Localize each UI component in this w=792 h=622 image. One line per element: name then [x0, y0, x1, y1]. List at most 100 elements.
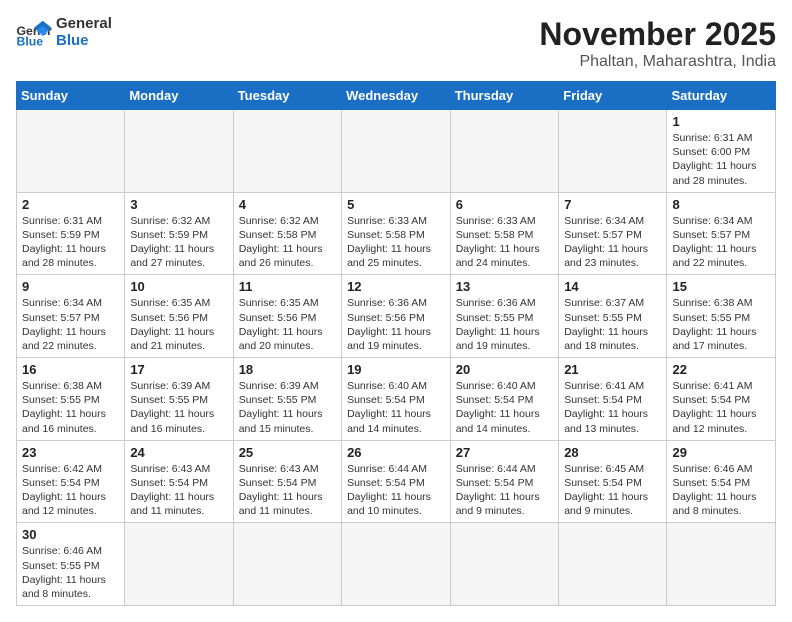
header-thursday: Thursday [450, 82, 558, 110]
calendar-week-row: 1Sunrise: 6:31 AMSunset: 6:00 PMDaylight… [17, 110, 776, 193]
month-title: November 2025 [539, 16, 776, 53]
header-sunday: Sunday [17, 82, 125, 110]
day-info: Sunrise: 6:40 AMSunset: 5:54 PMDaylight:… [347, 379, 445, 436]
day-number: 27 [456, 445, 553, 460]
table-row: 12Sunrise: 6:36 AMSunset: 5:56 PMDayligh… [342, 275, 451, 358]
day-info: Sunrise: 6:38 AMSunset: 5:55 PMDaylight:… [22, 379, 119, 436]
day-number: 18 [239, 362, 336, 377]
day-info: Sunrise: 6:35 AMSunset: 5:56 PMDaylight:… [239, 296, 336, 353]
table-row: 25 Sunrise: 6:43 AMSunset: 5:54 PMDayligh… [233, 440, 341, 523]
day-number: 6 [456, 197, 553, 212]
table-row: 9Sunrise: 6:34 AMSunset: 5:57 PMDaylight… [17, 275, 125, 358]
empty-cell [450, 110, 558, 193]
day-info: Sunrise: 6:37 AMSunset: 5:55 PMDaylight:… [564, 296, 661, 353]
header-saturday: Saturday [667, 82, 776, 110]
table-row: 17 Sunrise: 6:39 AMSunset: 5:55 PMDayligh… [125, 358, 233, 441]
table-row: 19 Sunrise: 6:40 AMSunset: 5:54 PMDayligh… [342, 358, 451, 441]
header-tuesday: Tuesday [233, 82, 341, 110]
calendar-week-row: 23 Sunrise: 6:42 AMSunset: 5:54 PMDayligh… [17, 440, 776, 523]
empty-cell [233, 523, 341, 606]
table-row: 26Sunrise: 6:44 AMSunset: 5:54 PMDayligh… [342, 440, 451, 523]
day-number: 10 [130, 279, 227, 294]
day-info: Sunrise: 6:31 AMSunset: 5:59 PMDaylight:… [22, 214, 119, 271]
day-info: Sunrise: 6:46 AMSunset: 5:55 PMDaylight:… [22, 544, 119, 601]
table-row: 6Sunrise: 6:33 AMSunset: 5:58 PMDaylight… [450, 192, 558, 275]
day-info: Sunrise: 6:32 AMSunset: 5:58 PMDaylight:… [239, 214, 336, 271]
day-info: Sunrise: 6:34 AMSunset: 5:57 PMDaylight:… [672, 214, 770, 271]
empty-cell [450, 523, 558, 606]
day-number: 1 [672, 114, 770, 129]
day-number: 23 [22, 445, 119, 460]
header-friday: Friday [559, 82, 667, 110]
day-number: 7 [564, 197, 661, 212]
day-info: Sunrise: 6:39 AMSunset: 5:55 PMDaylight:… [130, 379, 227, 436]
day-info: Sunrise: 6:38 AMSunset: 5:55 PMDaylight:… [672, 296, 770, 353]
day-number: 25 [239, 445, 336, 460]
day-number: 15 [672, 279, 770, 294]
day-info: Sunrise: 6:40 AMSunset: 5:54 PMDaylight:… [456, 379, 553, 436]
empty-cell [125, 523, 233, 606]
table-row: 20 Sunrise: 6:40 AMSunset: 5:54 PMDayligh… [450, 358, 558, 441]
day-info: Sunrise: 6:32 AMSunset: 5:59 PMDaylight:… [130, 214, 227, 271]
empty-cell [667, 523, 776, 606]
svg-text:Blue: Blue [17, 34, 44, 47]
day-number: 4 [239, 197, 336, 212]
day-info: Sunrise: 6:35 AMSunset: 5:56 PMDaylight:… [130, 296, 227, 353]
table-row: 29Sunrise: 6:46 AMSunset: 5:54 PMDayligh… [667, 440, 776, 523]
table-row: 16 Sunrise: 6:38 AMSunset: 5:55 PMDayligh… [17, 358, 125, 441]
day-number: 24 [130, 445, 227, 460]
empty-cell [559, 110, 667, 193]
header-monday: Monday [125, 82, 233, 110]
day-number: 21 [564, 362, 661, 377]
day-number: 12 [347, 279, 445, 294]
day-number: 13 [456, 279, 553, 294]
logo-general: General [56, 16, 112, 33]
page-header: General Blue General Blue November 2025 … [16, 16, 776, 71]
location-subtitle: Phaltan, Maharashtra, India [539, 53, 776, 71]
day-info: Sunrise: 6:41 AMSunset: 5:54 PMDaylight:… [672, 379, 770, 436]
day-info: Sunrise: 6:33 AMSunset: 5:58 PMDaylight:… [347, 214, 445, 271]
day-info: Sunrise: 6:42 AMSunset: 5:54 PMDaylight:… [22, 462, 119, 519]
day-number: 19 [347, 362, 445, 377]
day-number: 16 [22, 362, 119, 377]
table-row: 28Sunrise: 6:45 AMSunset: 5:54 PMDayligh… [559, 440, 667, 523]
day-number: 8 [672, 197, 770, 212]
table-row: 15 Sunrise: 6:38 AMSunset: 5:55 PMDayligh… [667, 275, 776, 358]
calendar-week-row: 16 Sunrise: 6:38 AMSunset: 5:55 PMDayligh… [17, 358, 776, 441]
day-number: 2 [22, 197, 119, 212]
empty-cell [233, 110, 341, 193]
day-number: 11 [239, 279, 336, 294]
calendar-week-row: 30 Sunrise: 6:46 AMSunset: 5:55 PMDayligh… [17, 523, 776, 606]
day-info: Sunrise: 6:43 AMSunset: 5:54 PMDaylight:… [239, 462, 336, 519]
table-row: 23 Sunrise: 6:42 AMSunset: 5:54 PMDayligh… [17, 440, 125, 523]
header-wednesday: Wednesday [342, 82, 451, 110]
table-row: 3 Sunrise: 6:32 AMSunset: 5:59 PMDaylight… [125, 192, 233, 275]
table-row: 10 Sunrise: 6:35 AMSunset: 5:56 PMDayligh… [125, 275, 233, 358]
calendar-week-row: 2 Sunrise: 6:31 AMSunset: 5:59 PMDaylight… [17, 192, 776, 275]
day-number: 20 [456, 362, 553, 377]
empty-cell [559, 523, 667, 606]
table-row: 24 Sunrise: 6:43 AMSunset: 5:54 PMDayligh… [125, 440, 233, 523]
empty-cell [342, 110, 451, 193]
table-row: 5 Sunrise: 6:33 AMSunset: 5:58 PMDaylight… [342, 192, 451, 275]
day-number: 26 [347, 445, 445, 460]
day-number: 14 [564, 279, 661, 294]
day-number: 3 [130, 197, 227, 212]
day-number: 5 [347, 197, 445, 212]
table-row: 7Sunrise: 6:34 AMSunset: 5:57 PMDaylight… [559, 192, 667, 275]
day-number: 17 [130, 362, 227, 377]
table-row: 22Sunrise: 6:41 AMSunset: 5:54 PMDayligh… [667, 358, 776, 441]
day-info: Sunrise: 6:34 AMSunset: 5:57 PMDaylight:… [22, 296, 119, 353]
day-info: Sunrise: 6:44 AMSunset: 5:54 PMDaylight:… [456, 462, 553, 519]
table-row: 1Sunrise: 6:31 AMSunset: 6:00 PMDaylight… [667, 110, 776, 193]
table-row: 8 Sunrise: 6:34 AMSunset: 5:57 PMDaylight… [667, 192, 776, 275]
day-number: 30 [22, 527, 119, 542]
table-row: 4 Sunrise: 6:32 AMSunset: 5:58 PMDaylight… [233, 192, 341, 275]
logo-blue: Blue [56, 33, 112, 50]
table-row: 18Sunrise: 6:39 AMSunset: 5:55 PMDayligh… [233, 358, 341, 441]
day-info: Sunrise: 6:43 AMSunset: 5:54 PMDaylight:… [130, 462, 227, 519]
day-number: 29 [672, 445, 770, 460]
logo-icon: General Blue [16, 19, 52, 47]
day-info: Sunrise: 6:45 AMSunset: 5:54 PMDaylight:… [564, 462, 661, 519]
day-info: Sunrise: 6:41 AMSunset: 5:54 PMDaylight:… [564, 379, 661, 436]
